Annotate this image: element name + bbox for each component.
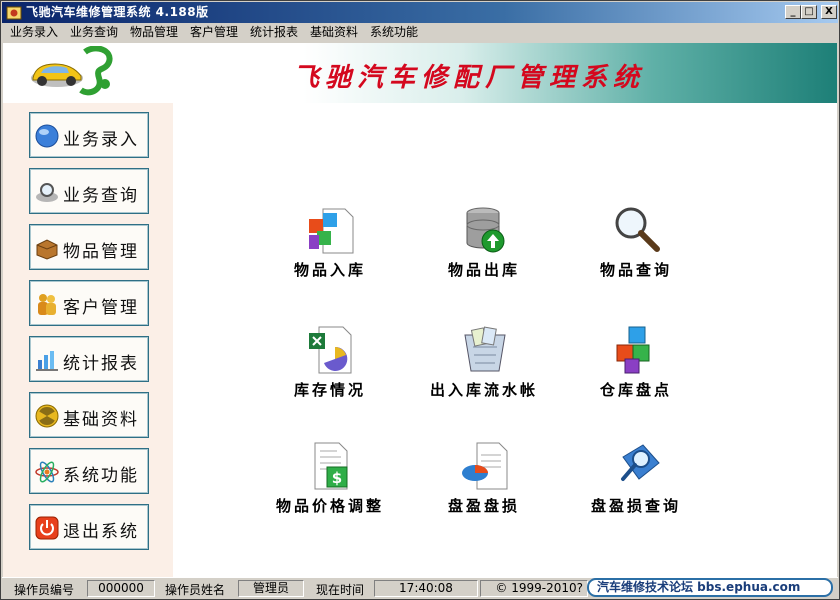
sidebar-button-business-query[interactable]: 业务查询 (29, 168, 149, 214)
tile-surplus-loss[interactable]: 盘盈盘损 (399, 441, 569, 531)
tile-stock-status[interactable]: 库存情况 (245, 325, 415, 415)
sidebar-label: 退出系统 (63, 522, 139, 542)
menu-business-query[interactable]: 业务查询 (70, 25, 118, 40)
operator-name-label: 操作员姓名 (165, 583, 226, 597)
price-document-icon: $ (314, 442, 348, 490)
cubes-icon (616, 326, 650, 374)
radiation-icon (35, 404, 59, 428)
sidebar-label: 业务录入 (63, 130, 139, 150)
window-title: 飞驰汽车维修管理系统 4.188版 (26, 5, 209, 19)
people-icon (38, 294, 56, 315)
menu-basic-data[interactable]: 基础资料 (310, 25, 358, 40)
tile-label: 物品出库 (447, 261, 520, 279)
tile-label: 物品查询 (599, 261, 672, 279)
copyright-text: © 1999-2010? (480, 580, 588, 597)
operator-name-value: 管理员 (238, 580, 304, 597)
tile-label: 仓库盘点 (599, 381, 672, 399)
time-label: 现在时间 (316, 583, 365, 597)
sidebar-label: 物品管理 (63, 242, 139, 262)
tile-surplus-loss-query[interactable]: 盘盈损查询 (551, 441, 721, 531)
current-time-value: 17:40:08 (374, 580, 478, 597)
globe-icon (35, 124, 59, 148)
menu-bar: 业务录入 业务查询 物品管理 客户管理 统计报表 基础资料 系统功能 (2, 23, 838, 42)
sidebar-button-customers[interactable]: 客户管理 (29, 280, 149, 326)
menu-reports[interactable]: 统计报表 (250, 25, 298, 40)
title-bar[interactable]: 飞驰汽车维修管理系统 4.188版 _ □ X (2, 2, 838, 23)
database-upload-icon (466, 207, 505, 253)
sidebar-button-business-entry[interactable]: 业务录入 (29, 112, 149, 158)
menu-goods[interactable]: 物品管理 (130, 25, 178, 40)
tile-label: 物品价格调整 (275, 497, 384, 515)
banner-title: 飞驰汽车修配厂管理系统 (293, 63, 646, 93)
sidebar-label: 基础资料 (63, 410, 139, 430)
sidebar-button-basic-data[interactable]: 基础资料 (29, 392, 149, 438)
header-banner: 飞驰汽车修配厂管理系统 (3, 43, 837, 103)
tile-label: 盘盈损查询 (590, 497, 681, 515)
search-document-icon (621, 444, 660, 481)
atom-icon (35, 461, 59, 483)
magnifier-icon (615, 207, 660, 252)
sidebar-label: 业务查询 (63, 186, 139, 206)
menu-customers[interactable]: 客户管理 (190, 25, 238, 40)
cubes-document-icon (309, 208, 354, 254)
tile-label: 物品入库 (293, 261, 366, 279)
tile-goods-query[interactable]: 物品查询 (551, 205, 721, 295)
sidebar-button-system[interactable]: 系统功能 (29, 448, 149, 494)
sidebar-button-goods[interactable]: 物品管理 (29, 224, 149, 270)
close-button[interactable]: X (821, 5, 837, 19)
tile-inout-ledger[interactable]: 出入库流水帐 (399, 325, 569, 415)
tile-label: 库存情况 (293, 381, 366, 399)
sidebar-button-exit[interactable]: 退出系统 (29, 504, 149, 550)
sidebar-button-reports[interactable]: 统计报表 (29, 336, 149, 382)
excel-chart-icon (309, 326, 352, 374)
sidebar-label: 统计报表 (63, 354, 139, 374)
main-panel: 物品入库 物品出库 物品查询 库存情况 出入库流水帐 仓库盘点 $ 物品价格调整… (173, 103, 837, 577)
bar-chart-icon (36, 351, 58, 371)
sidebar: 业务录入 业务查询 物品管理 客户管理 统计报表 基础资料 系统功能 退出系统 (3, 103, 173, 577)
menu-business-entry[interactable]: 业务录入 (10, 25, 58, 40)
app-window: 飞驰汽车维修管理系统 4.188版 _ □ X 业务录入 业务查询 物品管理 客… (0, 0, 840, 600)
recycle-bin-icon (464, 326, 506, 372)
maximize-button[interactable]: □ (801, 5, 817, 19)
tile-label: 盘盈盘损 (447, 497, 520, 515)
magnifier-icon (36, 183, 58, 202)
tile-inventory-count[interactable]: 仓库盘点 (551, 325, 721, 415)
power-icon (35, 516, 59, 540)
tile-label: 出入库流水帐 (429, 381, 538, 399)
sidebar-label: 客户管理 (63, 298, 139, 318)
forum-link[interactable]: 汽车维修技术论坛 bbs.ephua.com (587, 578, 833, 597)
sidebar-label: 系统功能 (63, 466, 139, 486)
minimize-button[interactable]: _ (785, 5, 801, 19)
app-icon (6, 6, 22, 20)
pie-document-icon (462, 442, 508, 490)
tile-goods-inbound[interactable]: 物品入库 (245, 205, 415, 295)
box-icon (36, 239, 58, 260)
menu-system[interactable]: 系统功能 (370, 25, 418, 40)
operator-id-label: 操作员编号 (14, 583, 75, 597)
car-logo-icon (31, 46, 113, 96)
operator-id-value: 000000 (87, 580, 155, 597)
tile-price-adjust[interactable]: $ 物品价格调整 (245, 441, 415, 531)
status-bar: 操作员编号 000000 操作员姓名 管理员 现在时间 17:40:08 © 1… (2, 577, 838, 599)
svg-text:$: $ (332, 469, 342, 487)
tile-goods-outbound[interactable]: 物品出库 (399, 205, 569, 295)
